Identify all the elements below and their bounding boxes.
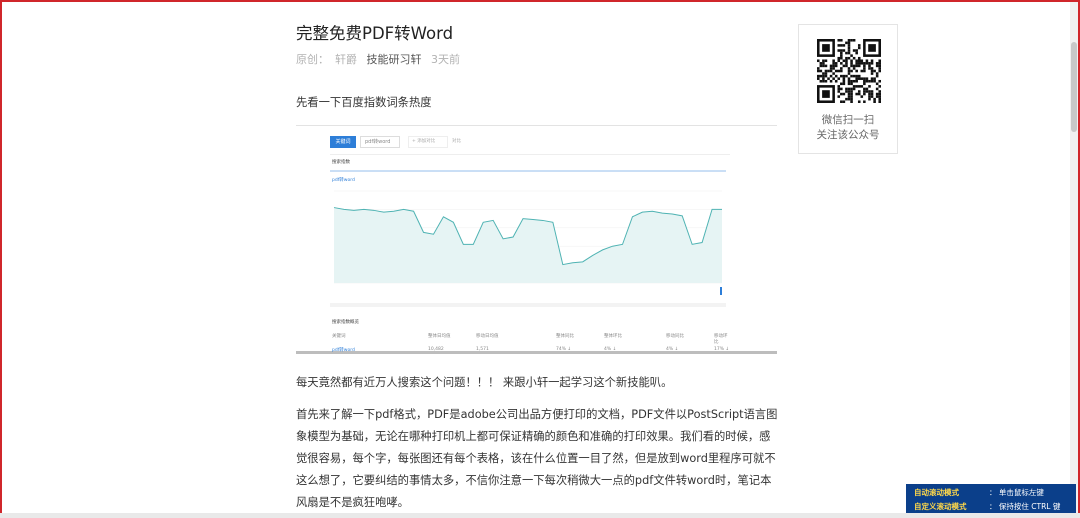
trend-chart bbox=[330, 170, 726, 307]
add-compare: + 添加对比 bbox=[408, 136, 448, 148]
article-title: 完整免费PDF转Word bbox=[296, 24, 454, 43]
table-cell: pdf转word bbox=[332, 348, 355, 353]
article: 完整免费PDF转Word 原创： 轩爵 技能研习轩 3天前 先看一下百度指数词条热… bbox=[296, 22, 780, 509]
scroll-helper-popup: 自动滚动模式 ： 单击鼠标左键 自定义滚动模式 ： 保持按住 CTRL 键 bbox=[906, 484, 1076, 515]
custom-scroll-hint: ： 保持按住 CTRL 键 bbox=[989, 502, 1061, 511]
table-cell: 74% ↓ bbox=[556, 347, 572, 352]
qr-caption: 微信扫一扫 关注该公众号 bbox=[799, 113, 897, 143]
baidu-index-screenshot: 关键词 pdf转word + 添加对比 对比 搜索指数 pdf转word 搜索指… bbox=[296, 125, 777, 354]
paragraph-intro: 先看一下百度指数词条热度 bbox=[296, 96, 432, 109]
table-header-cell: 关键词 bbox=[332, 334, 346, 339]
keyword-input: pdf转word bbox=[360, 136, 400, 148]
auto-scroll-label: 自动滚动模式 bbox=[914, 488, 959, 497]
account-link[interactable]: 技能研习轩 bbox=[367, 53, 422, 66]
qr-code-card: 微信扫一扫 关注该公众号 bbox=[798, 24, 898, 154]
author-link[interactable]: 轩爵 bbox=[335, 53, 357, 66]
table-header-cell: 整体日均值 bbox=[428, 334, 451, 339]
keyword-tab: 关键词 bbox=[330, 136, 356, 148]
scrollbar-thumb[interactable] bbox=[1071, 42, 1077, 132]
table-header-cell: 整体同比 bbox=[556, 334, 574, 339]
article-meta: 原创： 轩爵 技能研习轩 3天前 bbox=[296, 52, 780, 68]
vertical-scrollbar[interactable] bbox=[1070, 2, 1078, 515]
paragraph-pdf-intro: 首先来了解一下pdf格式，PDF是adobe公司出品方便打印的文档，PDF文件以… bbox=[296, 408, 778, 509]
qr-caption-line2: 关注该公众号 bbox=[816, 129, 880, 141]
table-header-cell: 整体环比 bbox=[604, 334, 622, 339]
original-label: 原创： bbox=[296, 53, 329, 66]
custom-scroll-label: 自定义滚动模式 bbox=[914, 502, 967, 511]
table-cell: 4% ↓ bbox=[666, 347, 679, 352]
table-header-cell: 移动同比 bbox=[666, 334, 684, 339]
table-cell: 4% ↓ bbox=[604, 347, 617, 352]
publish-time: 3天前 bbox=[431, 53, 460, 66]
paragraph-hook: 每天竟然都有近万人搜索这个问题！！！ 来跟小轩一起学习这个新技能叭。 bbox=[296, 376, 673, 389]
qr-caption-line1: 微信扫一扫 bbox=[821, 114, 875, 126]
overview-title: 搜索指数概览 bbox=[332, 320, 359, 325]
range-slider bbox=[330, 303, 726, 307]
table-cell: 1,571 bbox=[476, 347, 489, 352]
bottom-scroll-strip bbox=[0, 513, 1080, 518]
table-header-cell: 移动环比 bbox=[714, 334, 728, 345]
auto-scroll-hint: ： 单击鼠标左键 bbox=[989, 488, 1044, 497]
range-handle bbox=[720, 287, 722, 295]
compare-label: 对比 bbox=[452, 139, 461, 144]
qr-code-image bbox=[817, 39, 881, 103]
table-cell: 17% ↓ bbox=[714, 347, 730, 352]
table-cell: 10,482 bbox=[428, 347, 444, 352]
table-header-cell: 移动日均值 bbox=[476, 334, 499, 339]
trend-panel: 搜索指数 pdf转word 搜索指数概览 关键词 整体日均值 移动日均值 整体同比 整体… bbox=[330, 154, 730, 354]
trend-line-layer bbox=[333, 207, 722, 283]
